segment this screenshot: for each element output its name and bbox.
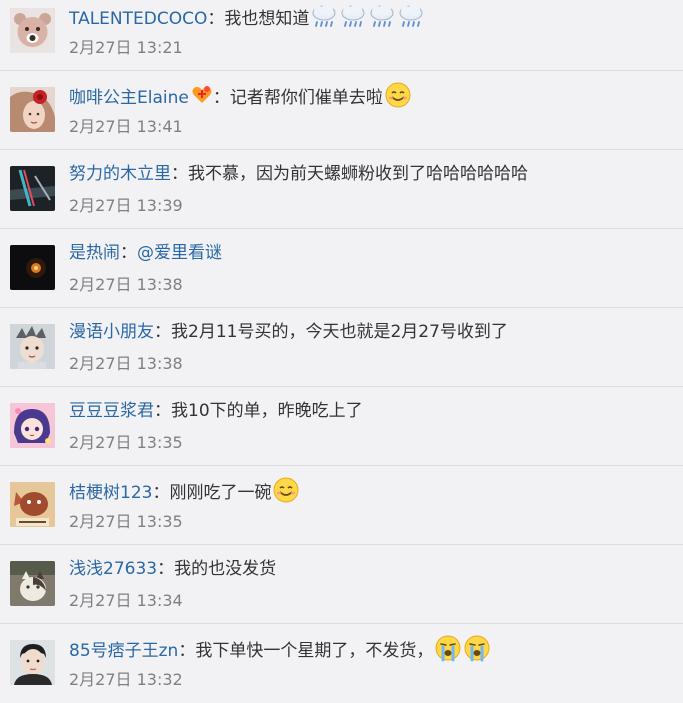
- man-portrait-avatar-icon: [10, 640, 55, 685]
- dark-light-avatar-icon: [10, 245, 55, 290]
- comment-time: 2月27日 13:38: [69, 354, 183, 373]
- comment-text: 记者帮你们催单去啦: [229, 88, 383, 108]
- comment-item: 豆豆豆浆君：我10下的单，昨晚吃上了 2月27日 13:35: [0, 387, 683, 466]
- separator: ：: [120, 243, 137, 263]
- love-badge-icon: [191, 84, 213, 106]
- username-link[interactable]: 豆豆豆浆君: [69, 401, 154, 421]
- separator: ：: [171, 164, 188, 184]
- comment-time: 2月27日 13:35: [69, 512, 183, 531]
- comment-time: 2月27日 13:21: [69, 38, 183, 57]
- bear-avatar-icon: [10, 8, 55, 53]
- username-link[interactable]: TALENTEDCOCO: [69, 9, 207, 29]
- rain-cloud-icon: [310, 2, 338, 30]
- comment-text: 我也想知道: [224, 9, 310, 29]
- username-link[interactable]: 漫语小朋友: [69, 322, 154, 342]
- username-link[interactable]: 浅浅27633: [69, 559, 157, 579]
- comment-text: 我的也没发货: [174, 559, 277, 579]
- rain-cloud-icon: [397, 2, 425, 30]
- username-link[interactable]: 桔梗树123: [69, 483, 152, 503]
- comment-item: 咖啡公主Elaine ：记者帮你们催单去啦 2月27日 13:41: [0, 71, 683, 150]
- separator: ：: [178, 641, 196, 661]
- separator: ：: [152, 483, 170, 503]
- comment-line: 是热闹：@爱里看谜: [69, 239, 673, 267]
- comment-line: 浅浅27633：我的也没发货: [69, 555, 673, 583]
- comment-line: 桔梗树123：刚刚吃了一碗: [69, 476, 673, 504]
- avatar[interactable]: [10, 245, 55, 290]
- comment-text: 刚刚吃了一碗: [169, 483, 272, 503]
- comment-text: 我2月11号买的，今天也就是2月27号收到了: [171, 322, 508, 342]
- dark-glitch-avatar-icon: [10, 166, 55, 211]
- comment-text: 我下单快一个星期了，不发货，: [195, 641, 434, 661]
- child-portrait-avatar-icon: [10, 324, 55, 369]
- comment-time: 2月27日 13:32: [69, 670, 183, 689]
- comment-item: 努力的木立里：我不慕，因为前天螺蛳粉收到了哈哈哈哈哈哈 2月27日 13:39: [0, 150, 683, 229]
- username-link[interactable]: 85号痞子王zn: [69, 641, 178, 661]
- avatar[interactable]: [10, 8, 55, 53]
- username-link[interactable]: 咖啡公主Elaine: [69, 88, 189, 108]
- comment-time: 2月27日 13:38: [69, 275, 183, 294]
- username-link[interactable]: 努力的木立里: [69, 164, 171, 184]
- comment-line: 努力的木立里：我不慕，因为前天螺蛳粉收到了哈哈哈哈哈哈: [69, 160, 673, 188]
- comment-item: TALENTEDCOCO：我也想知道 2月27日 13:21: [0, 0, 683, 71]
- comment-line: 咖啡公主Elaine ：记者帮你们催单去啦: [69, 81, 673, 109]
- comment-item: 浅浅27633：我的也没发货 2月27日 13:34: [0, 545, 683, 624]
- avatar[interactable]: [10, 403, 55, 448]
- comment-text: 我不慕，因为前天螺蛳粉收到了哈哈哈哈哈哈: [188, 164, 528, 184]
- crying-emoji-icon: [463, 634, 491, 662]
- avatar[interactable]: [10, 561, 55, 606]
- avatar[interactable]: [10, 482, 55, 527]
- avatar[interactable]: [10, 87, 55, 132]
- rain-cloud-icon: [368, 2, 396, 30]
- comment-line: TALENTEDCOCO：我也想知道: [69, 2, 673, 30]
- avatar[interactable]: [10, 166, 55, 211]
- smile-emoji-icon: [272, 476, 300, 504]
- separator: ：: [154, 322, 171, 342]
- username-link[interactable]: 是热闹: [69, 243, 120, 263]
- separator: ：: [154, 401, 171, 421]
- comment-time: 2月27日 13:41: [69, 117, 183, 136]
- comment-time: 2月27日 13:35: [69, 433, 183, 452]
- avatar[interactable]: [10, 640, 55, 685]
- crying-emoji-icon: [434, 634, 462, 662]
- comment-line: 漫语小朋友：我2月11号买的，今天也就是2月27号收到了: [69, 318, 673, 346]
- anime-girl-avatar-icon: [10, 403, 55, 448]
- cartoon-cat-avatar-icon: [10, 482, 55, 527]
- woman-red-flower-avatar-icon: [10, 87, 55, 132]
- smile-emoji-icon: [384, 81, 412, 109]
- comment-item: 桔梗树123：刚刚吃了一碗 2月27日 13:35: [0, 466, 683, 545]
- comment-line: 85号痞子王zn：我下单快一个星期了，不发货，: [69, 634, 673, 662]
- cat-photo-avatar-icon: [10, 561, 55, 606]
- avatar[interactable]: [10, 324, 55, 369]
- comment-list: TALENTEDCOCO：我也想知道 2月27日 13:21 咖啡公主Elain…: [0, 0, 683, 703]
- rain-cloud-icon: [339, 2, 367, 30]
- comment-text: 我10下的单，昨晚吃上了: [171, 401, 363, 421]
- comment-line: 豆豆豆浆君：我10下的单，昨晚吃上了: [69, 397, 673, 425]
- separator: ：: [207, 9, 225, 29]
- mention-link[interactable]: @爱里看谜: [137, 243, 222, 263]
- separator: ：: [212, 88, 230, 108]
- comment-item: 是热闹：@爱里看谜 2月27日 13:38: [0, 229, 683, 308]
- separator: ：: [157, 559, 175, 579]
- comment-time: 2月27日 13:34: [69, 591, 183, 610]
- comment-time: 2月27日 13:39: [69, 196, 183, 215]
- comment-item: 85号痞子王zn：我下单快一个星期了，不发货， 2月27日 13:32: [0, 624, 683, 703]
- comment-item: 漫语小朋友：我2月11号买的，今天也就是2月27号收到了 2月27日 13:38: [0, 308, 683, 387]
